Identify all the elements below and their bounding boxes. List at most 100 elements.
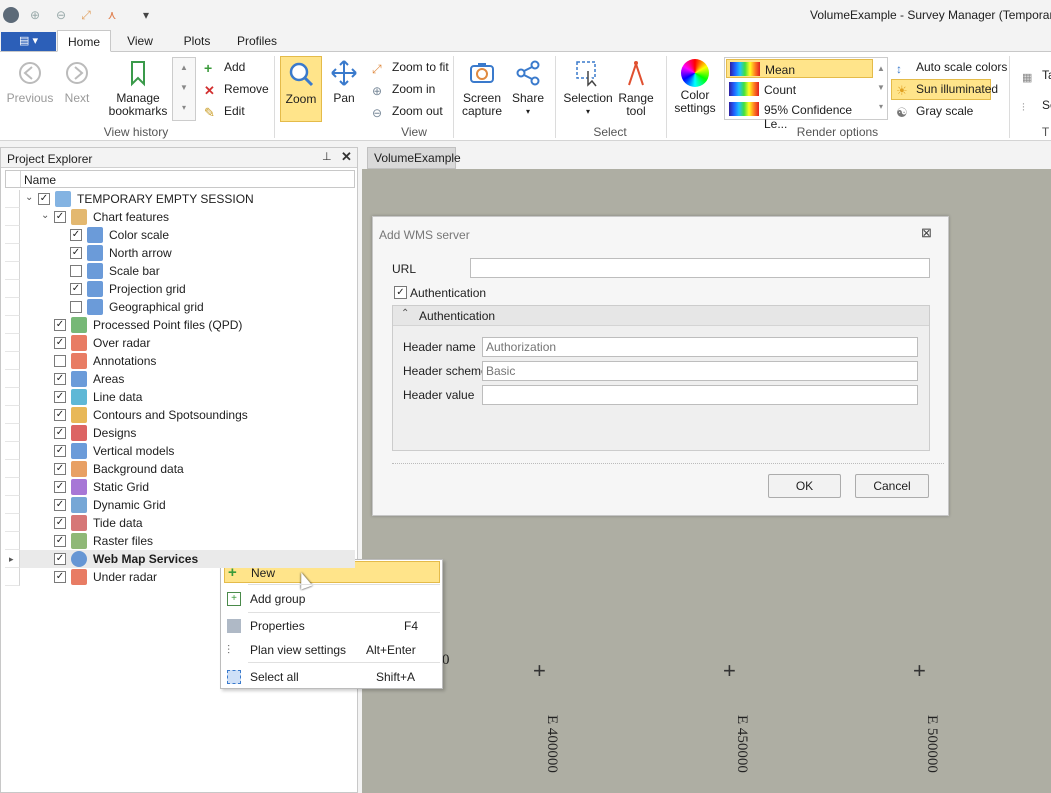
render-item-count[interactable]: Count <box>726 80 873 99</box>
header-name-input[interactable] <box>482 337 918 357</box>
name-column-header[interactable]: Name <box>5 170 355 188</box>
tab-view[interactable]: View <box>118 30 162 52</box>
zoom-button[interactable]: Zoom <box>280 56 322 122</box>
tree-item[interactable]: Annotations <box>5 352 355 370</box>
zoom-in-button[interactable]: ⊕ Zoom in <box>372 80 435 98</box>
edit-bookmark-button[interactable]: ✎ Edit <box>204 102 245 120</box>
selection-button[interactable]: Selection ▾ <box>562 59 614 118</box>
expand-chevron-icon[interactable]: ⌄ <box>41 210 49 221</box>
visibility-checkbox[interactable]: ✓ <box>54 409 66 421</box>
menu-item-properties[interactable]: Properties F4 <box>224 615 440 637</box>
visibility-checkbox[interactable]: ✓ <box>54 319 66 331</box>
zoom-in-quick-icon[interactable]: ⊕ <box>27 7 43 23</box>
visibility-checkbox[interactable] <box>70 265 82 277</box>
grid-cross-icon: + <box>723 658 736 683</box>
previous-button[interactable]: Previous <box>6 59 54 105</box>
customize-quick-icon[interactable]: ▾ <box>138 7 154 23</box>
screen-capture-button[interactable]: Screen capture <box>458 59 506 118</box>
tree-item[interactable]: ⌄ ✓ Chart features <box>5 208 355 226</box>
tree-item[interactable]: ✓ North arrow <box>5 244 355 262</box>
menu-item-select-all[interactable]: Select all Shift+A <box>224 666 440 688</box>
visibility-checkbox[interactable]: ✓ <box>54 373 66 385</box>
visibility-checkbox[interactable]: ✓ <box>54 517 66 529</box>
tree-item[interactable]: ✓ Processed Point files (QPD) <box>5 316 355 334</box>
tree-item[interactable]: ✓ Contours and Spotsoundings <box>5 406 355 424</box>
tree-item[interactable]: ✓ Projection grid <box>5 280 355 298</box>
visibility-checkbox[interactable]: ✓ <box>54 571 66 583</box>
visibility-checkbox[interactable]: ✓ <box>54 391 66 403</box>
tree-item[interactable]: Scale bar <box>5 262 355 280</box>
ok-button[interactable]: OK <box>768 474 841 498</box>
render-item-mean[interactable]: Mean <box>726 59 873 78</box>
tree-item[interactable]: ✓ Line data <box>5 388 355 406</box>
zoom-fit-quick-icon[interactable]: ⤢ <box>78 7 94 23</box>
close-icon[interactable]: ✕ <box>341 149 352 165</box>
color-settings-button[interactable]: Color settings <box>672 59 718 115</box>
tab-profiles[interactable]: Profiles <box>230 30 284 52</box>
render-list-scroller[interactable]: ▲ ▼ ▾ <box>875 59 887 119</box>
bookmarks-scroller[interactable]: ▲ ▼ ▾ <box>172 57 196 121</box>
visibility-checkbox[interactable]: ✓ <box>54 553 66 565</box>
tree-item[interactable]: ✓ Tide data <box>5 514 355 532</box>
tree-item[interactable]: ✓ Static Grid <box>5 478 355 496</box>
visibility-checkbox[interactable]: ✓ <box>54 337 66 349</box>
header-value-input[interactable] <box>482 385 918 405</box>
auth-group-header[interactable]: ⌃ Authentication <box>393 306 929 326</box>
table-button-cut[interactable]: ▦Ta <box>1022 66 1051 84</box>
tab-home[interactable]: Home <box>57 30 111 52</box>
tree-item[interactable]: ✓ Over radar <box>5 334 355 352</box>
tree-item[interactable]: ✓ Color scale <box>5 226 355 244</box>
tree-item[interactable]: ✓ Dynamic Grid <box>5 496 355 514</box>
zoom-to-fit-button[interactable]: ⤢ Zoom to fit <box>372 58 449 76</box>
auth-checkbox[interactable]: ✓ <box>394 286 407 299</box>
gray-scale-button[interactable]: ☯ Gray scale <box>896 102 973 120</box>
visibility-checkbox[interactable]: ✓ <box>54 535 66 547</box>
map-document-tab[interactable]: VolumeExample <box>367 147 461 169</box>
file-menu-button[interactable]: ▤ ▾ <box>1 32 56 51</box>
visibility-checkbox[interactable]: ✓ <box>70 283 82 295</box>
add-bookmark-button[interactable]: + Add <box>204 58 245 76</box>
pin-icon[interactable]: ⊥ <box>322 150 332 163</box>
visibility-checkbox[interactable]: ✓ <box>70 247 82 259</box>
tree-item[interactable]: ✓ Designs <box>5 424 355 442</box>
next-button[interactable]: Next <box>56 59 98 105</box>
visibility-checkbox[interactable]: ✓ <box>54 211 66 223</box>
auto-scale-colors-button[interactable]: ↕ Auto scale colors <box>896 58 1007 76</box>
visibility-checkbox[interactable]: ✓ <box>38 193 50 205</box>
visibility-checkbox[interactable]: ✓ <box>54 445 66 457</box>
cancel-button[interactable]: Cancel <box>855 474 929 498</box>
visibility-checkbox[interactable] <box>70 301 82 313</box>
tree-item[interactable]: ▸ ✓ Web Map Services <box>5 550 355 568</box>
tree-item[interactable]: ✓ Areas <box>5 370 355 388</box>
remove-bookmark-button[interactable]: ✕ Remove <box>204 80 269 98</box>
manage-bookmarks-button[interactable]: Manage bookmarks <box>108 59 168 118</box>
visibility-checkbox[interactable]: ✓ <box>54 481 66 493</box>
menu-item-plan-view-settings[interactable]: ⫶ Plan view settings Alt+Enter <box>224 639 440 661</box>
settings-button-cut[interactable]: ⫶Se <box>1022 96 1051 114</box>
menu-item-add-group[interactable]: + Add group <box>224 588 440 610</box>
visibility-checkbox[interactable]: ✓ <box>54 499 66 511</box>
sun-illuminated-button[interactable]: ☀ Sun illuminated <box>891 79 998 100</box>
visibility-checkbox[interactable]: ✓ <box>54 427 66 439</box>
tree-item[interactable]: ✓ Vertical models <box>5 442 355 460</box>
share-button[interactable]: Share ▾ <box>510 59 546 118</box>
visibility-checkbox[interactable]: ✓ <box>70 229 82 241</box>
tab-plots[interactable]: Plots <box>174 30 220 52</box>
range-quick-icon[interactable]: ⋏ <box>104 7 120 23</box>
render-item-confidence[interactable]: 95% Confidence Le... <box>726 100 873 131</box>
tree-item[interactable]: ✓ Raster files <box>5 532 355 550</box>
expand-chevron-icon[interactable]: ⌄ <box>25 192 33 203</box>
tree-item[interactable]: Geographical grid <box>5 298 355 316</box>
zoom-out-quick-icon[interactable]: ⊖ <box>53 7 69 23</box>
visibility-checkbox[interactable]: ✓ <box>54 463 66 475</box>
url-input[interactable] <box>470 258 930 278</box>
dialog-close-icon[interactable]: ⊠ <box>921 225 932 241</box>
range-tool-button[interactable]: Range tool <box>616 59 656 118</box>
color-wheel-icon <box>681 59 709 87</box>
header-scheme-input[interactable] <box>482 361 918 381</box>
tree-item[interactable]: ⌄ ✓ TEMPORARY EMPTY SESSION <box>5 190 355 208</box>
tree-item[interactable]: ✓ Background data <box>5 460 355 478</box>
zoom-out-button[interactable]: ⊖ Zoom out <box>372 102 443 120</box>
pan-button[interactable]: Pan <box>326 59 362 105</box>
visibility-checkbox[interactable] <box>54 355 66 367</box>
